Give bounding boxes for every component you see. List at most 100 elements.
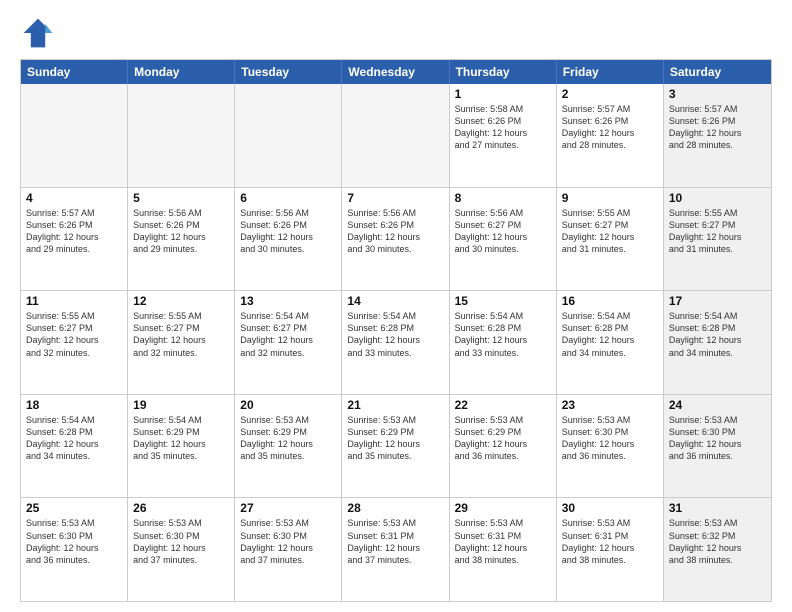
day-number: 29 (455, 501, 551, 515)
calendar-cell: 22 Sunrise: 5:53 AM Sunset: 6:29 PM Dayli… (450, 395, 557, 498)
day-number: 24 (669, 398, 766, 412)
day-number: 27 (240, 501, 336, 515)
day-info: Sunrise: 5:55 AM Sunset: 6:27 PM Dayligh… (133, 310, 229, 359)
calendar-cell (342, 84, 449, 187)
day-number: 7 (347, 191, 443, 205)
calendar-cell (128, 84, 235, 187)
day-number: 23 (562, 398, 658, 412)
day-number: 16 (562, 294, 658, 308)
calendar-header: SundayMondayTuesdayWednesdayThursdayFrid… (21, 60, 771, 84)
day-info: Sunrise: 5:53 AM Sunset: 6:31 PM Dayligh… (347, 517, 443, 566)
day-info: Sunrise: 5:53 AM Sunset: 6:29 PM Dayligh… (240, 414, 336, 463)
page: SundayMondayTuesdayWednesdayThursdayFrid… (0, 0, 792, 612)
calendar-cell: 19Sunrise: 5:54 AM Sunset: 6:29 PM Dayli… (128, 395, 235, 498)
calendar-cell: 8 Sunrise: 5:56 AM Sunset: 6:27 PM Daylig… (450, 188, 557, 291)
day-number: 31 (669, 501, 766, 515)
calendar-cell: 30 Sunrise: 5:53 AM Sunset: 6:31 PM Dayli… (557, 498, 664, 601)
calendar-week-5: 25 Sunrise: 5:53 AM Sunset: 6:30 PM Dayli… (21, 497, 771, 601)
logo (20, 15, 60, 51)
calendar-week-1: 1 Sunrise: 5:58 AM Sunset: 6:26 PM Daylig… (21, 84, 771, 187)
day-info: Sunrise: 5:54 AM Sunset: 6:28 PM Dayligh… (562, 310, 658, 359)
calendar-cell: 9Sunrise: 5:55 AM Sunset: 6:27 PM Daylig… (557, 188, 664, 291)
calendar-cell: 10Sunrise: 5:55 AM Sunset: 6:27 PM Dayli… (664, 188, 771, 291)
header-day-tuesday: Tuesday (235, 60, 342, 84)
day-info: Sunrise: 5:53 AM Sunset: 6:30 PM Dayligh… (562, 414, 658, 463)
header-day-sunday: Sunday (21, 60, 128, 84)
calendar-body: 1 Sunrise: 5:58 AM Sunset: 6:26 PM Daylig… (21, 84, 771, 601)
day-info: Sunrise: 5:56 AM Sunset: 6:26 PM Dayligh… (240, 207, 336, 256)
day-info: Sunrise: 5:57 AM Sunset: 6:26 PM Dayligh… (562, 103, 658, 152)
calendar-cell: 7 Sunrise: 5:56 AM Sunset: 6:26 PM Daylig… (342, 188, 449, 291)
header-day-thursday: Thursday (450, 60, 557, 84)
calendar-cell: 16 Sunrise: 5:54 AM Sunset: 6:28 PM Dayli… (557, 291, 664, 394)
day-number: 14 (347, 294, 443, 308)
calendar-week-3: 11Sunrise: 5:55 AM Sunset: 6:27 PM Dayli… (21, 290, 771, 394)
day-number: 26 (133, 501, 229, 515)
calendar-cell: 25 Sunrise: 5:53 AM Sunset: 6:30 PM Dayli… (21, 498, 128, 601)
calendar-cell: 4 Sunrise: 5:57 AM Sunset: 6:26 PM Daylig… (21, 188, 128, 291)
day-info: Sunrise: 5:53 AM Sunset: 6:30 PM Dayligh… (240, 517, 336, 566)
calendar-week-4: 18 Sunrise: 5:54 AM Sunset: 6:28 PM Dayli… (21, 394, 771, 498)
day-info: Sunrise: 5:57 AM Sunset: 6:26 PM Dayligh… (669, 103, 766, 152)
calendar-week-2: 4 Sunrise: 5:57 AM Sunset: 6:26 PM Daylig… (21, 187, 771, 291)
calendar-cell (235, 84, 342, 187)
day-number: 15 (455, 294, 551, 308)
calendar-cell: 5 Sunrise: 5:56 AM Sunset: 6:26 PM Daylig… (128, 188, 235, 291)
day-number: 20 (240, 398, 336, 412)
day-number: 1 (455, 87, 551, 101)
calendar-cell: 31Sunrise: 5:53 AM Sunset: 6:32 PM Dayli… (664, 498, 771, 601)
day-number: 17 (669, 294, 766, 308)
calendar-cell (21, 84, 128, 187)
calendar-cell: 13 Sunrise: 5:54 AM Sunset: 6:27 PM Dayli… (235, 291, 342, 394)
day-number: 10 (669, 191, 766, 205)
calendar-cell: 24Sunrise: 5:53 AM Sunset: 6:30 PM Dayli… (664, 395, 771, 498)
day-number: 2 (562, 87, 658, 101)
day-info: Sunrise: 5:54 AM Sunset: 6:28 PM Dayligh… (669, 310, 766, 359)
day-number: 12 (133, 294, 229, 308)
day-number: 22 (455, 398, 551, 412)
calendar-cell: 15Sunrise: 5:54 AM Sunset: 6:28 PM Dayli… (450, 291, 557, 394)
day-info: Sunrise: 5:58 AM Sunset: 6:26 PM Dayligh… (455, 103, 551, 152)
calendar-cell: 23 Sunrise: 5:53 AM Sunset: 6:30 PM Dayli… (557, 395, 664, 498)
day-info: Sunrise: 5:54 AM Sunset: 6:27 PM Dayligh… (240, 310, 336, 359)
day-info: Sunrise: 5:56 AM Sunset: 6:27 PM Dayligh… (455, 207, 551, 256)
day-info: Sunrise: 5:53 AM Sunset: 6:30 PM Dayligh… (26, 517, 122, 566)
header-day-monday: Monday (128, 60, 235, 84)
header-day-saturday: Saturday (664, 60, 771, 84)
header-day-wednesday: Wednesday (342, 60, 449, 84)
day-number: 4 (26, 191, 122, 205)
calendar-cell: 28 Sunrise: 5:53 AM Sunset: 6:31 PM Dayli… (342, 498, 449, 601)
day-number: 28 (347, 501, 443, 515)
calendar: SundayMondayTuesdayWednesdayThursdayFrid… (20, 59, 772, 602)
day-number: 21 (347, 398, 443, 412)
calendar-cell: 3 Sunrise: 5:57 AM Sunset: 6:26 PM Daylig… (664, 84, 771, 187)
logo-icon (20, 15, 56, 51)
calendar-cell: 17 Sunrise: 5:54 AM Sunset: 6:28 PM Dayli… (664, 291, 771, 394)
calendar-cell: 21 Sunrise: 5:53 AM Sunset: 6:29 PM Dayli… (342, 395, 449, 498)
day-number: 8 (455, 191, 551, 205)
calendar-cell: 1 Sunrise: 5:58 AM Sunset: 6:26 PM Daylig… (450, 84, 557, 187)
day-info: Sunrise: 5:54 AM Sunset: 6:28 PM Dayligh… (26, 414, 122, 463)
day-info: Sunrise: 5:54 AM Sunset: 6:29 PM Dayligh… (133, 414, 229, 463)
day-number: 9 (562, 191, 658, 205)
day-number: 18 (26, 398, 122, 412)
header-day-friday: Friday (557, 60, 664, 84)
day-info: Sunrise: 5:53 AM Sunset: 6:29 PM Dayligh… (455, 414, 551, 463)
day-number: 3 (669, 87, 766, 101)
header (20, 15, 772, 51)
day-info: Sunrise: 5:56 AM Sunset: 6:26 PM Dayligh… (347, 207, 443, 256)
day-number: 13 (240, 294, 336, 308)
day-number: 5 (133, 191, 229, 205)
day-info: Sunrise: 5:53 AM Sunset: 6:29 PM Dayligh… (347, 414, 443, 463)
day-info: Sunrise: 5:54 AM Sunset: 6:28 PM Dayligh… (347, 310, 443, 359)
day-info: Sunrise: 5:57 AM Sunset: 6:26 PM Dayligh… (26, 207, 122, 256)
day-info: Sunrise: 5:55 AM Sunset: 6:27 PM Dayligh… (26, 310, 122, 359)
day-number: 6 (240, 191, 336, 205)
day-number: 30 (562, 501, 658, 515)
calendar-cell: 6 Sunrise: 5:56 AM Sunset: 6:26 PM Daylig… (235, 188, 342, 291)
day-info: Sunrise: 5:53 AM Sunset: 6:31 PM Dayligh… (562, 517, 658, 566)
day-info: Sunrise: 5:56 AM Sunset: 6:26 PM Dayligh… (133, 207, 229, 256)
calendar-cell: 2 Sunrise: 5:57 AM Sunset: 6:26 PM Daylig… (557, 84, 664, 187)
calendar-cell: 11Sunrise: 5:55 AM Sunset: 6:27 PM Dayli… (21, 291, 128, 394)
day-number: 25 (26, 501, 122, 515)
